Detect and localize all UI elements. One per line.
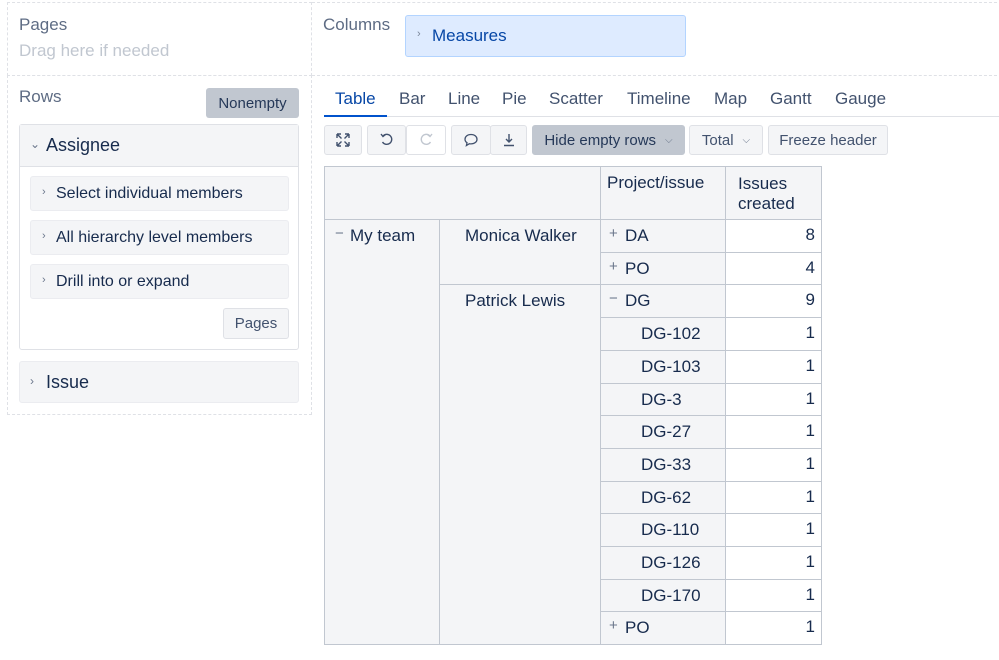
download-icon [503, 134, 514, 147]
total-label: Total [701, 131, 734, 149]
assignee-patrick-lewis: Patrick Lewis [465, 291, 566, 310]
row-label: DG-102 [641, 324, 701, 343]
row-label: DG-126 [641, 553, 701, 572]
measures-label: Measures [432, 26, 507, 45]
download-button[interactable] [490, 125, 527, 155]
tab-gauge[interactable]: Gauge [835, 86, 886, 117]
row-label: DG-103 [641, 357, 701, 376]
chevron-right-icon: › [42, 186, 46, 198]
comment-button[interactable] [451, 125, 491, 155]
chevron-down-icon: ⌵ [665, 134, 673, 146]
tab-map[interactable]: Map [714, 86, 747, 117]
chevron-right-icon: › [30, 374, 34, 388]
issue-dimension-card[interactable]: › Issue [19, 361, 299, 403]
chevron-down-icon: ⌵ [742, 134, 751, 146]
tab-scatter[interactable]: Scatter [549, 86, 603, 117]
row-value: 1 [805, 421, 815, 440]
redo-button[interactable] [406, 125, 446, 155]
collapse-icon[interactable]: − [335, 225, 344, 242]
row-value: 1 [805, 356, 815, 375]
comment-icon [464, 133, 478, 147]
row-value: 1 [805, 323, 815, 342]
pages-hint: Drag here if needed [19, 41, 170, 60]
row-label: DG-62 [641, 488, 692, 507]
nonempty-button[interactable]: Nonempty [206, 88, 299, 118]
row-value: 1 [805, 487, 815, 506]
chevron-right-icon: › [42, 274, 46, 286]
pages-drop-zone[interactable]: Pages Drag here if needed [7, 2, 312, 76]
team-label: My team [350, 226, 416, 245]
header-project-issue: Project/issue [607, 173, 705, 192]
row-value: 1 [805, 454, 815, 473]
expand-plus-icon[interactable]: + [609, 225, 618, 242]
hide-empty-rows-label: Hide empty rows [544, 131, 657, 149]
option-label: All hierarchy level members [56, 229, 253, 246]
chevron-down-icon: ⌄ [30, 137, 41, 151]
total-dropdown[interactable]: Total ⌵ [689, 125, 763, 155]
row-value: 1 [805, 585, 815, 604]
select-individual-members-option[interactable]: › Select individual members [30, 176, 289, 211]
view-tabs: Table Bar Line Pie Scatter Timeline Map … [324, 86, 999, 117]
row-value: 1 [805, 617, 815, 636]
tab-table[interactable]: Table [324, 86, 387, 117]
measures-chip[interactable]: › Measures [405, 15, 686, 57]
row-value: 8 [805, 225, 815, 244]
chevron-right-icon: › [42, 230, 46, 242]
collapse-minus-icon[interactable]: − [609, 290, 618, 307]
rows-title: Rows [19, 87, 62, 106]
header-issues-created: Issues created [738, 174, 795, 213]
row-value: 1 [805, 552, 815, 571]
tab-line[interactable]: Line [448, 86, 480, 117]
tab-pie[interactable]: Pie [502, 86, 527, 117]
undo-button[interactable] [367, 125, 406, 155]
freeze-header-button[interactable]: Freeze header [768, 125, 888, 155]
row-label: DG-33 [641, 455, 692, 474]
pages-title: Pages [19, 15, 68, 34]
row-label[interactable]: PO [625, 259, 650, 279]
row-label[interactable]: DG [625, 291, 651, 311]
row-label: DG-170 [641, 586, 701, 605]
row-value: 4 [805, 258, 815, 277]
option-label: Drill into or expand [56, 273, 190, 290]
drill-into-or-expand-option[interactable]: › Drill into or expand [30, 264, 289, 299]
row-label[interactable]: DA [625, 226, 649, 246]
expand-plus-icon[interactable]: + [609, 617, 618, 634]
row-value: 1 [805, 389, 815, 408]
row-value: 1 [805, 519, 815, 538]
columns-title: Columns [323, 15, 391, 34]
tab-timeline[interactable]: Timeline [627, 86, 691, 117]
assignee-monica-walker: Monica Walker [465, 226, 577, 245]
issue-label: Issue [46, 372, 90, 392]
expand-button[interactable] [324, 125, 362, 155]
all-hierarchy-level-members-option[interactable]: › All hierarchy level members [30, 220, 289, 255]
assignee-label: Assignee [46, 135, 121, 155]
tab-bar[interactable]: Bar [399, 86, 425, 117]
redo-icon [420, 133, 433, 146]
expand-plus-icon[interactable]: + [609, 258, 618, 275]
row-value: 9 [805, 290, 815, 309]
pages-button[interactable]: Pages [223, 308, 289, 339]
undo-icon [379, 133, 392, 146]
report-table: Project/issue Issues created − My team M… [324, 166, 822, 645]
row-label: DG-110 [641, 520, 700, 539]
tab-gantt[interactable]: Gantt [770, 86, 812, 117]
option-label: Select individual members [56, 185, 243, 202]
row-label: DG-3 [641, 390, 682, 409]
assignee-header[interactable]: ⌄ Assignee [20, 125, 298, 167]
row-label: DG-27 [641, 422, 692, 441]
hide-empty-rows-dropdown[interactable]: Hide empty rows ⌵ [532, 125, 685, 155]
chevron-right-icon: › [417, 28, 421, 40]
row-label[interactable]: PO [625, 618, 650, 638]
expand-icon [336, 133, 350, 147]
